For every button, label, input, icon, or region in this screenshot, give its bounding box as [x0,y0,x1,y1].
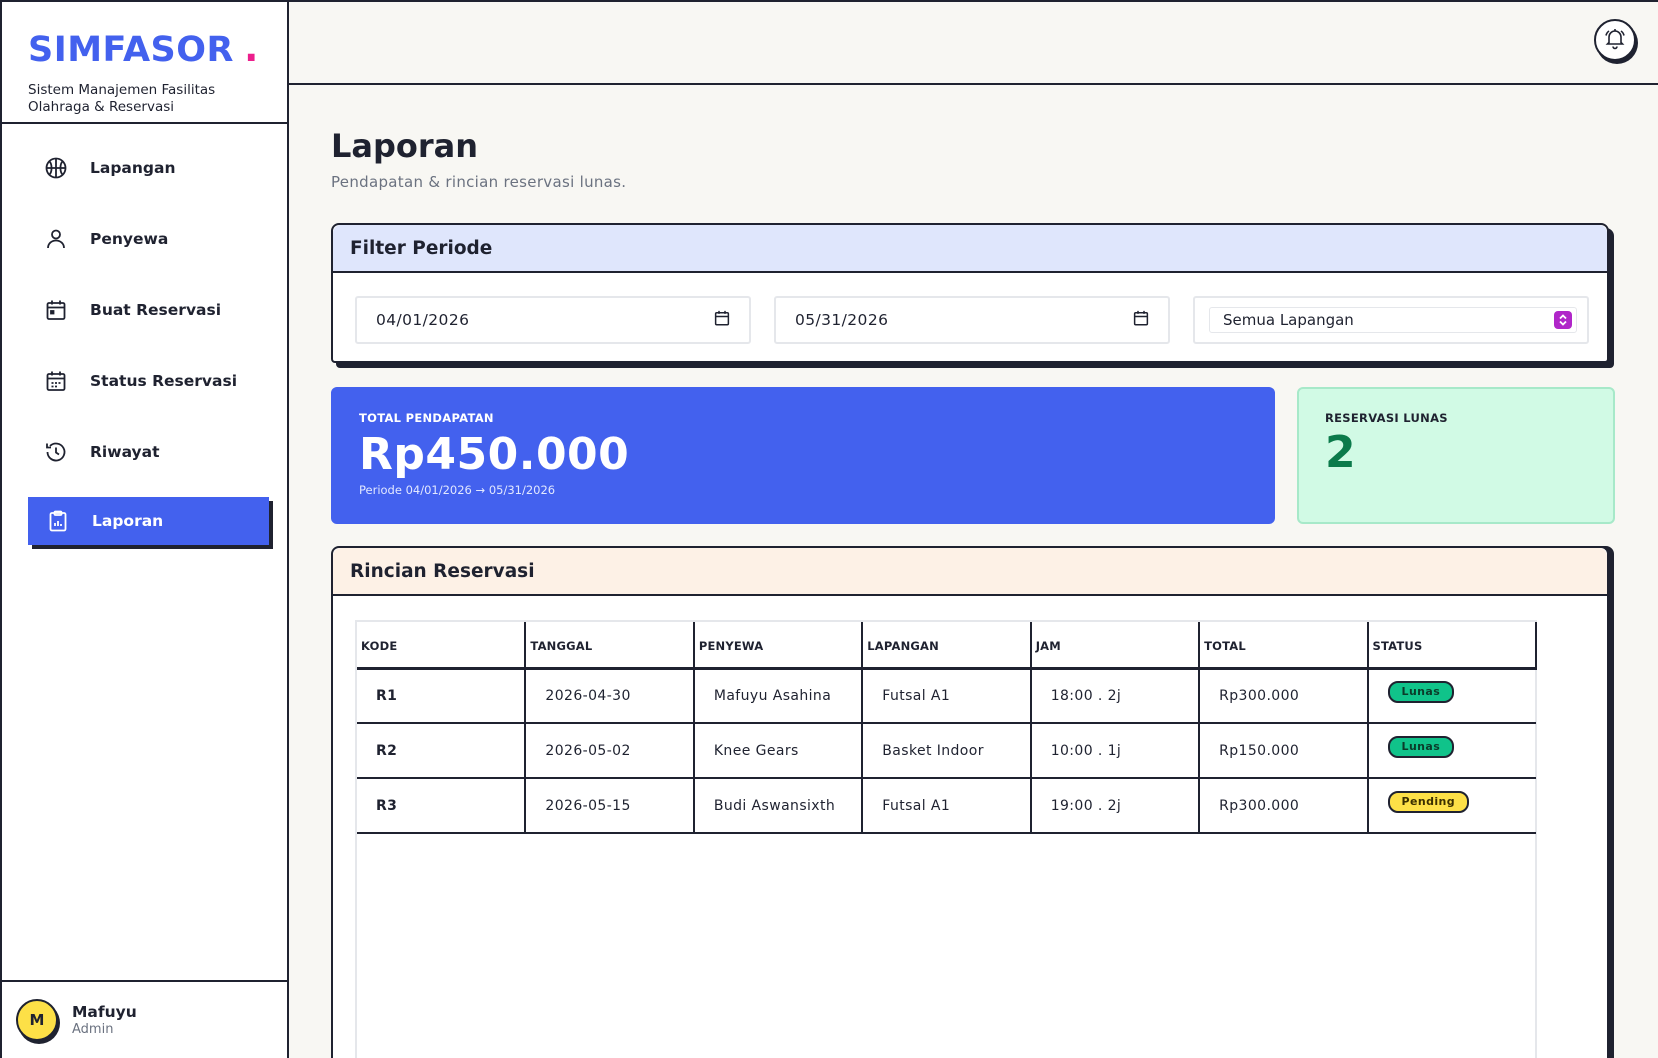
sidebar-item-label: Lapangan [90,159,176,177]
sidebar-item-status-reservasi[interactable]: Status Reservasi [28,355,269,407]
brand-name: SIMFASOR [28,30,234,70]
column-header[interactable]: KODE [357,622,527,670]
column-header[interactable]: TOTAL [1199,622,1369,670]
end-date-value: 05/31/2026 [795,311,889,329]
cell-total: Rp300.000 [1199,668,1369,724]
cell-kode: R1 [357,668,527,724]
sidebar-item-label: Status Reservasi [90,372,238,390]
calendar-icon [44,298,68,322]
sidebar: SIMFASOR. Sistem Manajemen Fasilitas Ola… [0,2,289,1058]
sidebar-item-riwayat[interactable]: Riwayat [28,426,269,478]
cell-penyewa: Budi Aswansixth [693,778,864,834]
cell-tanggal: 2026-05-02 [525,723,695,779]
cell-status: Lunas [1367,668,1536,724]
reservation-table: KODE TANGGAL PENYEWA LAPANGAN JAM TOTAL … [357,622,1538,834]
cell-jam: 18:00 . 2j [1030,668,1201,724]
column-header[interactable]: LAPANGAN [862,622,1032,670]
column-header[interactable]: JAM [1030,622,1201,670]
revenue-label: TOTAL PENDAPATAN [359,411,494,425]
sidebar-item-lapangan[interactable]: Lapangan [28,142,269,194]
cell-kode: R3 [357,778,527,834]
brand: SIMFASOR. Sistem Manajemen Fasilitas Ola… [2,2,287,124]
revenue-value: Rp450.000 [359,429,630,480]
court-select-wrapper: Semua Lapangan [1193,296,1589,344]
paid-label: RESERVASI LUNAS [1325,411,1448,425]
cell-kode: R2 [357,723,527,779]
cell-jam: 19:00 . 2j [1030,778,1201,834]
sidebar-item-label: Riwayat [90,443,160,461]
status-badge: Lunas [1387,735,1455,758]
detail-title: Rincian Reservasi [333,548,1607,596]
table-row[interactable]: R3 2026-05-15 Budi Aswansixth Futsal A1 … [357,778,1536,834]
column-header[interactable]: PENYEWA [693,622,864,670]
brand-subtitle: Sistem Manajemen Fasilitas Olahraga & Re… [28,82,216,115]
brand-dot: . [243,26,259,70]
page-title: Laporan [331,127,479,165]
sidebar-item-buat-reservasi[interactable]: Buat Reservasi [28,284,269,336]
topbar [289,2,1658,85]
status-badge: Lunas [1387,680,1455,703]
cell-lapangan: Basket Indoor [862,723,1032,779]
page-subtitle: Pendapatan & rincian reservasi lunas. [331,173,627,191]
court-select[interactable]: Semua Lapangan [1209,307,1577,333]
basketball-icon [44,156,68,180]
sidebar-nav: Lapangan Penyewa Buat Reservasi Status R… [2,124,287,545]
table-row[interactable]: R1 2026-04-30 Mafuyu Asahina Futsal A1 1… [357,668,1536,724]
cell-tanggal: 2026-04-30 [525,668,695,724]
history-icon [44,440,68,464]
cell-jam: 10:00 . 1j [1030,723,1201,779]
court-select-value: Semua Lapangan [1223,311,1354,329]
table-header-row: KODE TANGGAL PENYEWA LAPANGAN JAM TOTAL … [357,622,1538,670]
start-date-field[interactable]: 04/01/2026 [355,296,751,344]
calendar-check-icon [44,369,68,393]
user-profile[interactable]: M Mafuyu Admin [2,980,287,1058]
column-header[interactable]: TANGGAL [525,622,695,670]
start-date-value: 04/01/2026 [376,311,470,329]
calendar-icon[interactable] [1132,309,1150,331]
reservation-detail-card: Rincian Reservasi KODE TANGGAL PENYEWA L… [331,546,1609,1058]
table-wrapper: KODE TANGGAL PENYEWA LAPANGAN JAM TOTAL … [355,620,1538,1058]
paid-value: 2 [1325,427,1357,478]
user-role: Admin [72,1022,114,1037]
cell-penyewa: Mafuyu Asahina [693,668,864,724]
cell-total: Rp150.000 [1199,723,1369,779]
filter-title: Filter Periode [333,225,1607,273]
user-info: Mafuyu Admin [72,1003,137,1037]
calendar-icon[interactable] [713,309,731,331]
main-content: Laporan Pendapatan & rincian reservasi l… [331,85,1615,1058]
bell-icon [1603,26,1627,54]
sidebar-item-label: Buat Reservasi [90,301,222,319]
sidebar-item-penyewa[interactable]: Penyewa [28,213,269,265]
paid-reservations-card: RESERVASI LUNAS 2 [1297,387,1615,524]
cell-tanggal: 2026-05-15 [525,778,695,834]
total-revenue-card: TOTAL PENDAPATAN Rp450.000 Periode 04/01… [331,387,1275,524]
user-icon [44,227,68,251]
avatar: M [16,999,58,1041]
cell-status: Lunas [1367,723,1536,779]
cell-total: Rp300.000 [1199,778,1369,834]
user-name: Mafuyu [72,1003,137,1021]
column-header[interactable]: STATUS [1367,622,1538,670]
cell-lapangan: Futsal A1 [862,668,1032,724]
sidebar-item-label: Penyewa [90,230,169,248]
filter-row: 04/01/2026 05/31/2026 Semua Lapangan [333,273,1607,344]
status-badge: Pending [1387,790,1470,813]
report-icon [46,509,70,533]
brand-logo[interactable]: SIMFASOR. [28,26,287,70]
revenue-period: Periode 04/01/2026 → 05/31/2026 [359,483,556,497]
cell-penyewa: Knee Gears [693,723,864,779]
stats-row: TOTAL PENDAPATAN Rp450.000 Periode 04/01… [331,387,1615,524]
chevron-up-down-icon [1554,311,1572,329]
end-date-field[interactable]: 05/31/2026 [774,296,1170,344]
sidebar-item-laporan[interactable]: Laporan [28,497,269,545]
notification-button[interactable] [1594,19,1636,61]
filter-card: Filter Periode 04/01/2026 05/31/2026 Sem… [331,223,1609,363]
cell-status: Pending [1367,778,1536,834]
table-row[interactable]: R2 2026-05-02 Knee Gears Basket Indoor 1… [357,723,1536,779]
cell-lapangan: Futsal A1 [862,778,1032,834]
sidebar-item-label: Laporan [92,512,164,530]
